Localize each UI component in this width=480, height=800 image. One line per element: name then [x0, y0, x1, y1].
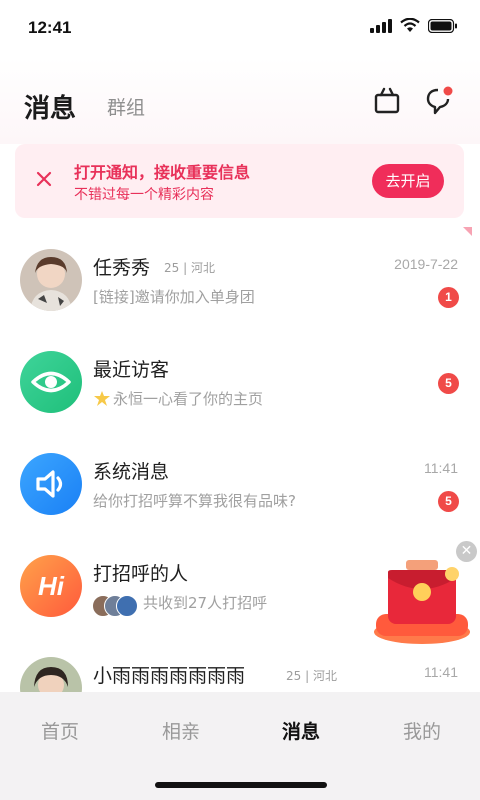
- red-packet-icon[interactable]: [372, 558, 472, 646]
- contact-name: 任秀秀: [93, 257, 151, 279]
- tab-groups[interactable]: 群组: [107, 93, 145, 120]
- contact-meta: 25 | 河北: [164, 261, 215, 275]
- message-time: 2019-7-22: [394, 256, 458, 272]
- battery-icon: [428, 18, 457, 33]
- list-item[interactable]: 任秀秀 25 | 河北 2019-7-22 [链接]邀请你加入单身团 1: [0, 249, 480, 351]
- close-icon[interactable]: ✕: [456, 541, 477, 562]
- contact-name: 系统消息: [93, 461, 170, 483]
- notification-banner: 打开通知，接收重要信息 不错过每一个精彩内容 去开启: [15, 144, 464, 218]
- eye-icon: [31, 371, 71, 393]
- contact-name: 打招呼的人: [93, 563, 189, 585]
- notice-subtitle: 不错过每一个精彩内容: [74, 187, 214, 203]
- unread-badge: 5: [438, 491, 459, 512]
- corner-marker: [463, 227, 472, 236]
- wifi-icon: [400, 18, 420, 32]
- contact-name: 小雨雨雨雨雨雨雨: [93, 665, 246, 687]
- status-bar: 12:41: [0, 0, 480, 58]
- chat-icon[interactable]: [423, 86, 453, 116]
- contact-meta: 25 | 河北: [286, 669, 337, 683]
- crown-icon: [94, 391, 110, 406]
- tab-messages[interactable]: 消息: [282, 717, 320, 744]
- list-item[interactable]: 最近访客 永恒一心看了你的主页 5: [0, 351, 480, 453]
- unread-badge: 5: [438, 373, 459, 394]
- contacts-icon[interactable]: [372, 86, 402, 116]
- unread-badge: 1: [438, 287, 459, 308]
- list-item[interactable]: 系统消息 11:41 给你打招呼算不算我很有品味? 5: [0, 453, 480, 555]
- status-icons: [370, 18, 458, 33]
- hi-label: Hi: [38, 571, 64, 601]
- tab-home[interactable]: 首页: [41, 717, 79, 744]
- message-preview: 永恒一心看了你的主页: [113, 390, 264, 408]
- system-avatar: [20, 453, 82, 515]
- home-indicator[interactable]: [155, 782, 327, 788]
- message-time: 11:41: [424, 460, 458, 476]
- greetings-avatar: Hi: [20, 555, 82, 617]
- signal-icon: [370, 18, 392, 33]
- speaker-icon: [36, 470, 63, 498]
- bottom-tab-bar: 首页 相亲 消息 我的: [0, 692, 480, 800]
- message-preview: 给你打招呼算不算我很有品味?: [93, 492, 296, 510]
- close-icon[interactable]: [33, 168, 55, 190]
- status-time: 12:41: [28, 18, 72, 37]
- contact-name: 最近访客: [93, 359, 170, 381]
- message-preview: [链接]邀请你加入单身团: [93, 288, 255, 306]
- visitors-avatar: [20, 351, 82, 413]
- tab-me[interactable]: 我的: [403, 717, 441, 744]
- tab-dating[interactable]: 相亲: [162, 717, 200, 744]
- enable-notifications-button[interactable]: 去开启: [372, 164, 444, 198]
- notice-title: 打开通知，接收重要信息: [74, 163, 251, 182]
- page-header: 消息 群组: [0, 58, 480, 144]
- page-title: 消息: [24, 94, 77, 124]
- avatar: [20, 249, 82, 311]
- avatar: [116, 595, 138, 617]
- message-preview: 共收到27人打招呼: [143, 594, 268, 612]
- message-time: 11:41: [424, 664, 458, 680]
